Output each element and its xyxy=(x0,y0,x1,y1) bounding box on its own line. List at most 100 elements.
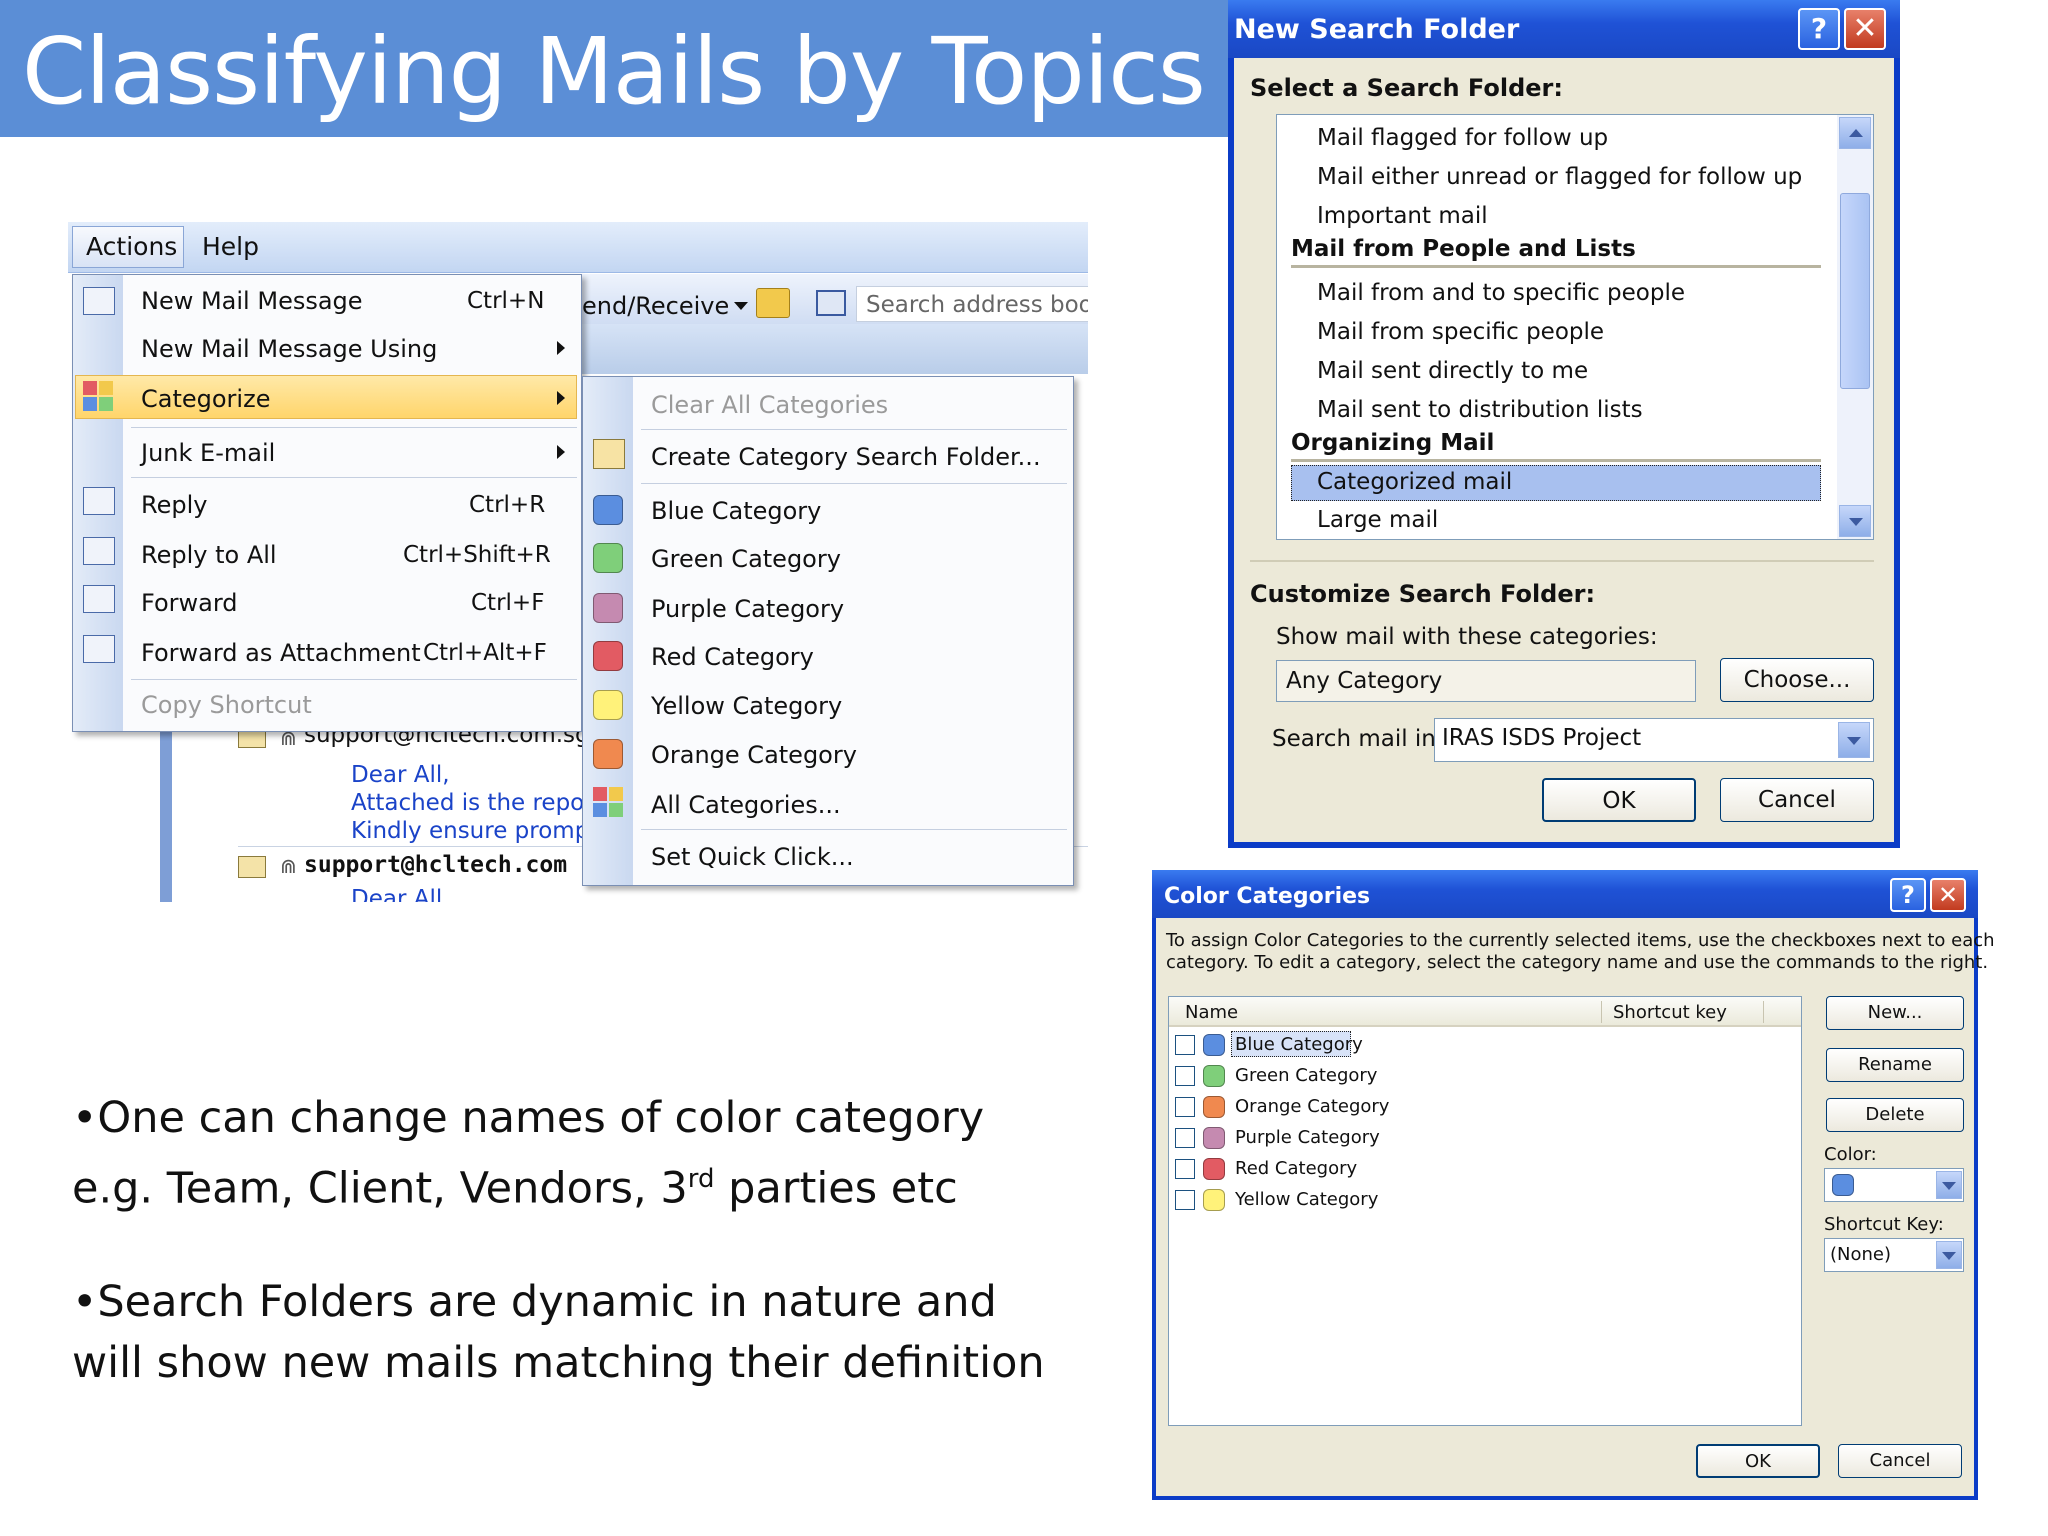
category-checkbox[interactable] xyxy=(1175,1066,1195,1086)
blue-category-icon xyxy=(593,495,623,525)
category-checkbox[interactable] xyxy=(1175,1097,1195,1117)
list-item[interactable]: Mail sent to distribution lists xyxy=(1317,397,1643,423)
send-receive-button[interactable]: end/Receive xyxy=(582,292,729,320)
categorize-icon xyxy=(83,381,113,411)
chevron-down-icon[interactable] xyxy=(1936,1241,1962,1269)
cancel-button[interactable]: Cancel xyxy=(1838,1444,1962,1478)
superscript: rd xyxy=(687,1164,715,1194)
category-name[interactable]: Orange Category xyxy=(1235,1096,1389,1117)
instructions-line-2: category. To edit a category, select the… xyxy=(1166,952,1989,973)
forward-attachment-icon xyxy=(83,635,115,663)
delete-button[interactable]: Delete xyxy=(1826,1098,1964,1132)
green-color-swatch xyxy=(1203,1065,1225,1087)
category-name[interactable]: Yellow Category xyxy=(1235,1189,1378,1210)
close-icon[interactable]: ✕ xyxy=(1844,8,1886,50)
new-button[interactable]: New... xyxy=(1826,996,1964,1030)
category-checkbox[interactable] xyxy=(1175,1159,1195,1179)
category-name[interactable]: Purple Category xyxy=(1235,1127,1380,1148)
menu-item-reply-all[interactable]: Reply to All xyxy=(141,541,277,569)
category-value: Any Category xyxy=(1286,668,1443,694)
new-search-folder-dialog: New Search Folder ? ✕ Select a Search Fo… xyxy=(1228,0,1900,848)
all-categories-icon xyxy=(593,787,623,817)
category-checkbox[interactable] xyxy=(1175,1035,1195,1055)
menu-item-create-search-folder[interactable]: Create Category Search Folder... xyxy=(651,443,1041,471)
category-checkbox[interactable] xyxy=(1175,1190,1195,1210)
menu-separator xyxy=(641,483,1067,484)
open-folder-icon[interactable] xyxy=(756,288,790,318)
menu-item-forward[interactable]: Forward xyxy=(141,589,238,617)
scroll-up-button[interactable] xyxy=(1839,117,1871,149)
mail-sender-2[interactable]: support@hcltech.com xyxy=(304,852,567,878)
scrollbar[interactable] xyxy=(1837,115,1873,539)
bullet-text: e.g. Team, Client, Vendors, 3 xyxy=(72,1163,688,1214)
close-icon[interactable]: ✕ xyxy=(1930,878,1966,912)
group-divider xyxy=(1291,459,1821,462)
menu-item-junk-email[interactable]: Junk E-mail xyxy=(141,439,275,467)
menu-separator xyxy=(641,429,1067,430)
menu-item-new-mail-using[interactable]: New Mail Message Using xyxy=(141,335,437,363)
menu-item-clear-all: Clear All Categories xyxy=(651,391,889,419)
scroll-down-button[interactable] xyxy=(1839,505,1871,537)
mail-preview-line: Kindly ensure prompt xyxy=(351,818,599,844)
list-item[interactable]: Important mail xyxy=(1317,203,1488,229)
menu-actions-label: Actions xyxy=(86,232,178,261)
menu-item-reply[interactable]: Reply xyxy=(141,491,207,519)
color-categories-dialog: Color Categories ? ✕ To assign Color Cat… xyxy=(1152,870,1995,1500)
list-item[interactable]: Mail from specific people xyxy=(1317,319,1604,345)
category-list[interactable]: Name Shortcut key Blue Category Green Ca… xyxy=(1168,996,1802,1426)
ok-button[interactable]: OK xyxy=(1542,778,1696,822)
menu-item-all-categories[interactable]: All Categories... xyxy=(651,791,841,819)
menu-help[interactable]: Help xyxy=(202,232,259,261)
list-item[interactable]: Mail flagged for follow up xyxy=(1317,125,1608,151)
search-folder-list[interactable]: Mail flagged for follow up Mail either u… xyxy=(1276,114,1874,540)
list-item[interactable]: Mail either unread or flagged for follow… xyxy=(1317,164,1802,190)
scroll-thumb[interactable] xyxy=(1840,193,1870,389)
list-item[interactable]: Mail sent directly to me xyxy=(1317,358,1588,384)
menu-item-red-category[interactable]: Red Category xyxy=(651,643,814,671)
bullet-2-line-2: will show new mails matching their defin… xyxy=(72,1338,1045,1388)
dropdown-arrow-icon[interactable] xyxy=(734,302,748,310)
help-icon[interactable]: ? xyxy=(1890,878,1926,912)
menu-item-orange-category[interactable]: Orange Category xyxy=(651,741,857,769)
help-icon[interactable]: ? xyxy=(1798,8,1840,50)
menu-item-purple-category[interactable]: Purple Category xyxy=(651,595,844,623)
choose-button[interactable]: Choose... xyxy=(1720,658,1874,702)
category-name[interactable]: Red Category xyxy=(1235,1158,1357,1179)
column-header-name[interactable]: Name xyxy=(1185,1002,1238,1023)
menu-item-set-quick-click[interactable]: Set Quick Click... xyxy=(651,843,854,871)
menu-item-forward-attachment[interactable]: Forward as Attachment xyxy=(141,639,421,667)
mail-preview-line: Dear All, xyxy=(351,762,450,788)
submenu-arrow-icon xyxy=(557,341,565,355)
category-checkbox[interactable] xyxy=(1175,1128,1195,1148)
shortcut-text: Ctrl+N xyxy=(467,288,545,314)
menu-item-new-mail[interactable]: New Mail Message xyxy=(141,287,363,315)
dialog-title: New Search Folder xyxy=(1234,14,1520,45)
attachment-icon: ⋒ xyxy=(280,856,297,878)
instructions-line-1: To assign Color Categories to the curren… xyxy=(1166,930,1995,951)
cancel-button[interactable]: Cancel xyxy=(1720,778,1874,822)
menu-item-green-category[interactable]: Green Category xyxy=(651,545,841,573)
menu-item-copy-shortcut: Copy Shortcut xyxy=(141,691,312,719)
chevron-down-icon[interactable] xyxy=(1936,1171,1962,1199)
rename-button[interactable]: Rename xyxy=(1826,1048,1964,1082)
bullet-text: parties etc xyxy=(714,1163,958,1214)
chevron-down-icon[interactable] xyxy=(1838,722,1870,758)
category-name[interactable]: Blue Category xyxy=(1235,1034,1363,1055)
reply-all-icon xyxy=(83,537,115,565)
bullet-1-line-2: e.g. Team, Client, Vendors, 3rd parties … xyxy=(72,1149,958,1219)
ok-button[interactable]: OK xyxy=(1696,1444,1820,1478)
list-item[interactable]: Mail from and to specific people xyxy=(1317,280,1685,306)
category-name[interactable]: Green Category xyxy=(1235,1065,1377,1086)
bullet-1-line-1: •One can change names of color category xyxy=(72,1093,985,1143)
selected-color-swatch xyxy=(1832,1174,1854,1196)
menu-item-yellow-category[interactable]: Yellow Category xyxy=(651,692,842,720)
menu-item-categorize-label: Categorize xyxy=(141,385,271,413)
address-book-icon[interactable] xyxy=(816,290,846,316)
column-header-shortcut[interactable]: Shortcut key xyxy=(1613,1002,1727,1023)
shortcut-text: Ctrl+Shift+R xyxy=(403,542,551,568)
red-color-swatch xyxy=(1203,1158,1225,1180)
mail-preview-line: Dear All xyxy=(351,886,443,902)
list-item[interactable]: Large mail xyxy=(1317,507,1438,533)
pane-border xyxy=(160,722,172,902)
menu-item-blue-category[interactable]: Blue Category xyxy=(651,497,821,525)
